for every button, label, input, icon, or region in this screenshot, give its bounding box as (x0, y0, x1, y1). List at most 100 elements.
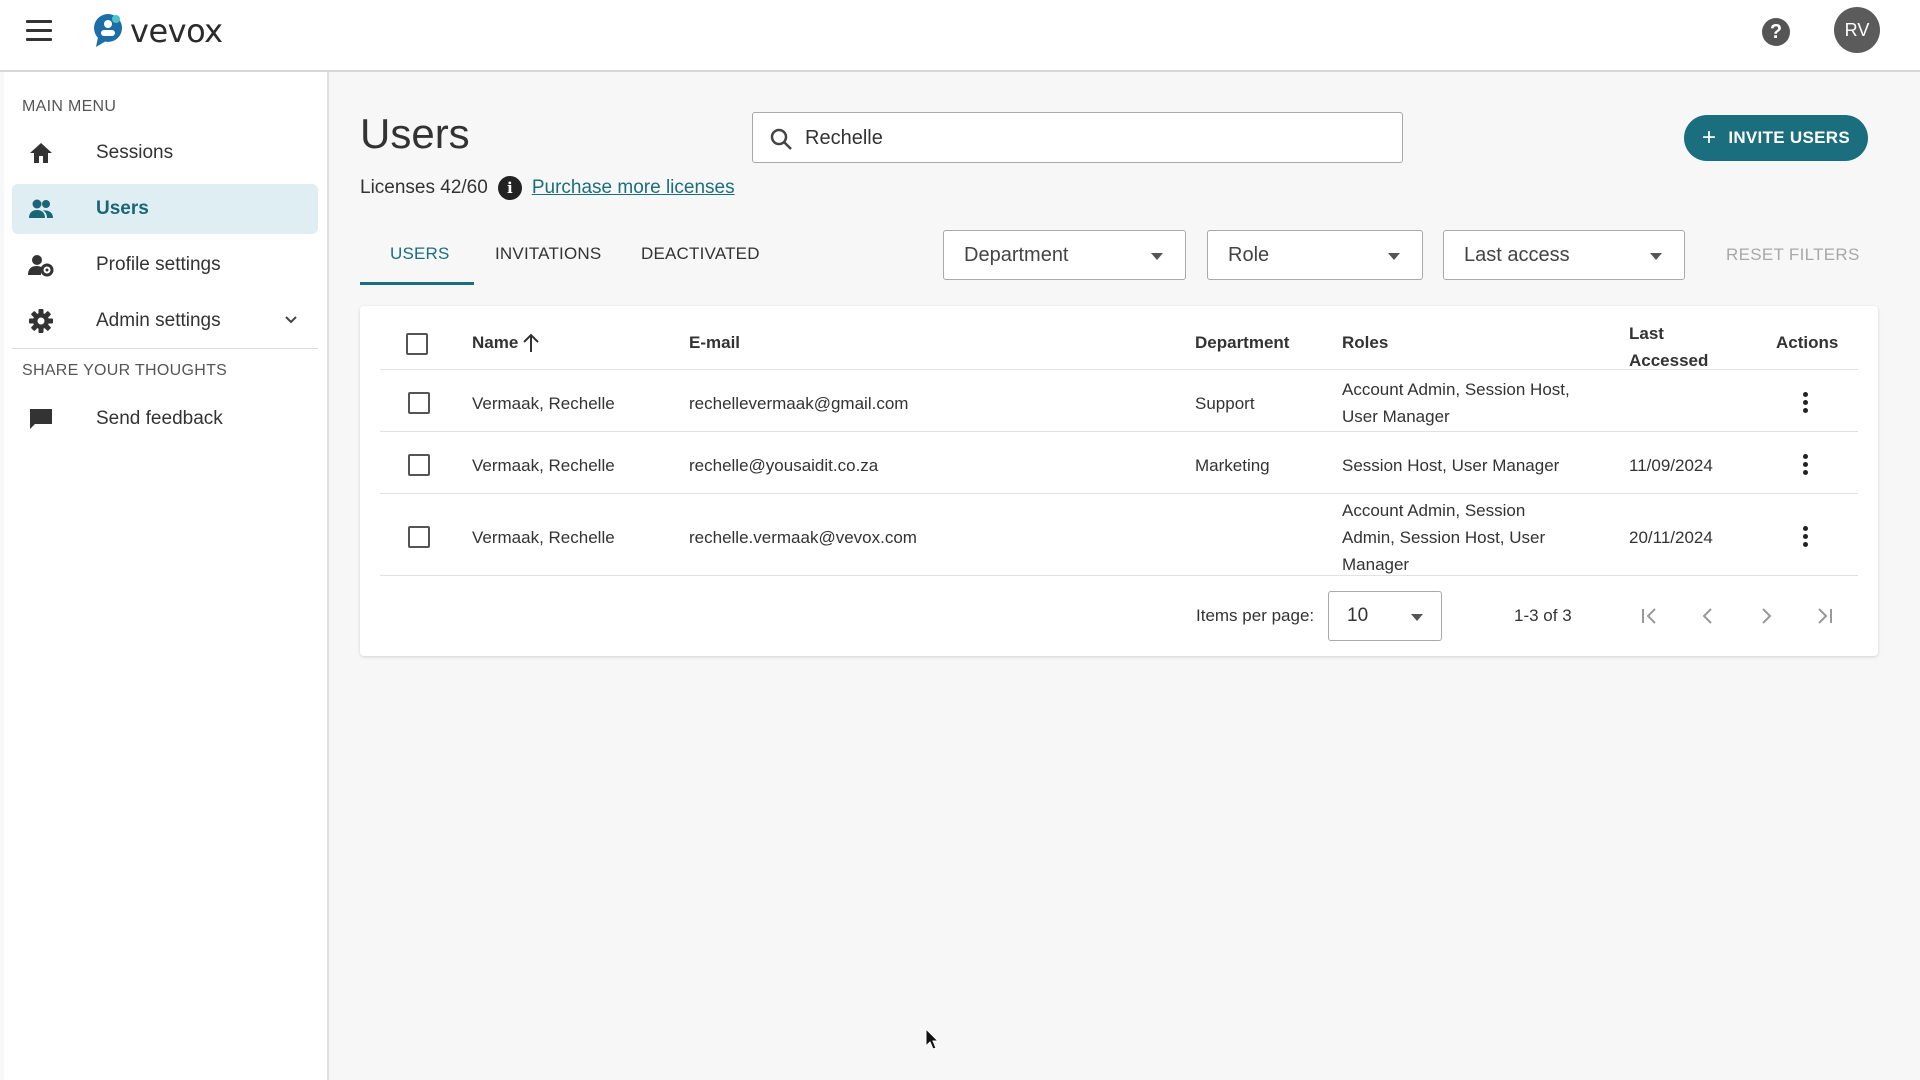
role-filter-label: Role (1228, 244, 1270, 266)
table-divider (380, 493, 1858, 494)
sidebar-item-label: Sessions (96, 142, 174, 163)
invite-users-label: INVITE USERS (1728, 128, 1850, 147)
help-icon[interactable]: ? (1762, 18, 1790, 46)
sidebar-item-label: Admin settings (96, 310, 221, 331)
vevox-logo[interactable]: vevox (92, 12, 223, 50)
select-all-checkbox[interactable] (406, 333, 428, 355)
tab-invitations[interactable]: INVITATIONS (495, 244, 601, 264)
department-filter-label: Department (964, 244, 1069, 266)
profile-settings-icon (28, 255, 54, 277)
sidebar-item-profile-settings[interactable]: Profile settings (12, 240, 318, 290)
pagination-range: 1-3 of 3 (1514, 606, 1572, 625)
chevron-down-icon[interactable] (284, 313, 298, 327)
feedback-icon (30, 409, 52, 429)
cell-email: rechelle@yousaidit.co.za (689, 456, 879, 475)
search-icon (770, 128, 792, 150)
active-tab-indicator (360, 282, 474, 285)
cell-name: Vermaak, Rechelle (472, 456, 615, 475)
column-header-last-accessed: Last Accessed (1629, 320, 1708, 374)
mouse-cursor-icon (925, 1028, 940, 1050)
sort-arrow-up-icon (523, 333, 540, 352)
role-filter[interactable]: Role (1207, 230, 1423, 280)
table-divider (380, 431, 1858, 432)
items-per-page-label: Items per page: (1196, 606, 1315, 625)
row-actions-icon[interactable] (1803, 392, 1809, 414)
cell-roles-line: Account Admin, Session (1342, 501, 1526, 520)
cell-roles: Account Admin, Session Admin, Session Ho… (1342, 497, 1545, 578)
previous-page-icon[interactable] (1696, 604, 1720, 628)
info-icon[interactable]: i (497, 176, 522, 200)
gear-icon (29, 309, 53, 333)
dropdown-arrow-icon (1650, 253, 1662, 260)
purchase-licenses-link[interactable]: Purchase more licenses (532, 177, 735, 199)
cell-roles-line: Admin, Session Host, User (1342, 528, 1546, 547)
row-checkbox[interactable] (408, 526, 430, 548)
tab-deactivated[interactable]: DEACTIVATED (641, 244, 760, 264)
cell-department: Support (1195, 394, 1255, 413)
row-checkbox[interactable] (408, 392, 430, 414)
items-per-page-select[interactable]: 10 (1328, 591, 1442, 641)
dropdown-arrow-icon (1388, 253, 1400, 260)
cell-last-accessed: 11/09/2024 (1629, 456, 1713, 475)
cell-department: Marketing (1195, 456, 1270, 475)
search-field[interactable] (752, 112, 1403, 163)
dropdown-arrow-icon (1151, 253, 1163, 260)
sidebar-item-admin-settings[interactable]: Admin settings (12, 296, 318, 346)
cell-email: rechelle.vermaak@vevox.com (689, 528, 917, 547)
last-page-icon[interactable] (1812, 604, 1836, 628)
last-access-filter[interactable]: Last access (1443, 230, 1685, 280)
top-bar: vevox ? RV (0, 0, 1920, 72)
avatar[interactable]: RV (1834, 7, 1880, 53)
main-menu-label: MAIN MENU (22, 98, 117, 115)
row-checkbox[interactable] (408, 454, 430, 476)
cell-roles-line: Manager (1342, 555, 1410, 574)
cell-last-accessed: 20/11/2024 (1629, 528, 1713, 547)
column-header-actions: Actions (1776, 333, 1839, 352)
items-per-page-value: 10 (1347, 605, 1369, 626)
sidebar-item-sessions[interactable]: Sessions (12, 128, 318, 178)
vevox-logo-mark-icon (94, 14, 122, 47)
last-access-filter-label: Last access (1464, 244, 1570, 266)
dropdown-arrow-icon (1411, 614, 1423, 621)
cell-email: rechellevermaak@gmail.com (689, 394, 909, 413)
first-page-icon[interactable] (1638, 604, 1662, 628)
sidebar-item-label: Send feedback (96, 408, 223, 429)
sidebar: MAIN MENU Sessions Users Profile setting… (4, 72, 329, 1080)
cell-roles: Account Admin, Session Host, User Manage… (1342, 376, 1570, 430)
department-filter[interactable]: Department (943, 230, 1186, 280)
column-header-email: E-mail (689, 333, 741, 352)
cell-name: Vermaak, Rechelle (472, 528, 615, 547)
sidebar-item-label: Profile settings (96, 254, 221, 275)
table-divider (380, 369, 1858, 370)
sidebar-item-users[interactable]: Users (12, 184, 318, 234)
cell-roles: Session Host, User Manager (1342, 456, 1560, 475)
page-title: Users (360, 110, 470, 157)
cell-roles-line: User Manager (1342, 407, 1450, 426)
share-thoughts-label: SHARE YOUR THOUGHTS (22, 362, 228, 379)
users-icon (29, 199, 53, 218)
tab-users[interactable]: USERS (390, 244, 450, 264)
reset-filters-button[interactable]: RESET FILTERS (1726, 245, 1860, 265)
table-divider (380, 575, 1858, 576)
invite-users-button[interactable]: + INVITE USERS (1684, 115, 1868, 161)
cell-name: Vermaak, Rechelle (472, 394, 615, 413)
brand-name: vevox (130, 12, 223, 50)
plus-icon: + (1701, 124, 1717, 151)
sidebar-item-send-feedback[interactable]: Send feedback (12, 394, 318, 444)
licenses-row: Licenses 42/60 i Purchase more licenses (360, 176, 735, 200)
column-header-roles: Roles (1342, 333, 1389, 352)
column-header-department: Department (1195, 333, 1290, 352)
column-header-name-label: Name (472, 333, 519, 352)
row-actions-icon[interactable] (1803, 526, 1809, 548)
search-input[interactable] (805, 121, 1365, 155)
row-actions-icon[interactable] (1803, 454, 1809, 476)
menu-icon[interactable] (26, 20, 56, 42)
cell-roles-line: Account Admin, Session Host, (1342, 380, 1570, 399)
home-icon (30, 143, 52, 163)
next-page-icon[interactable] (1754, 604, 1778, 628)
column-header-name[interactable]: Name (472, 333, 540, 353)
column-header-last-accessed-line1: Last (1629, 324, 1664, 343)
sidebar-item-label: Users (96, 198, 149, 219)
sidebar-divider (12, 348, 318, 349)
licenses-count: Licenses 42/60 (360, 177, 488, 198)
